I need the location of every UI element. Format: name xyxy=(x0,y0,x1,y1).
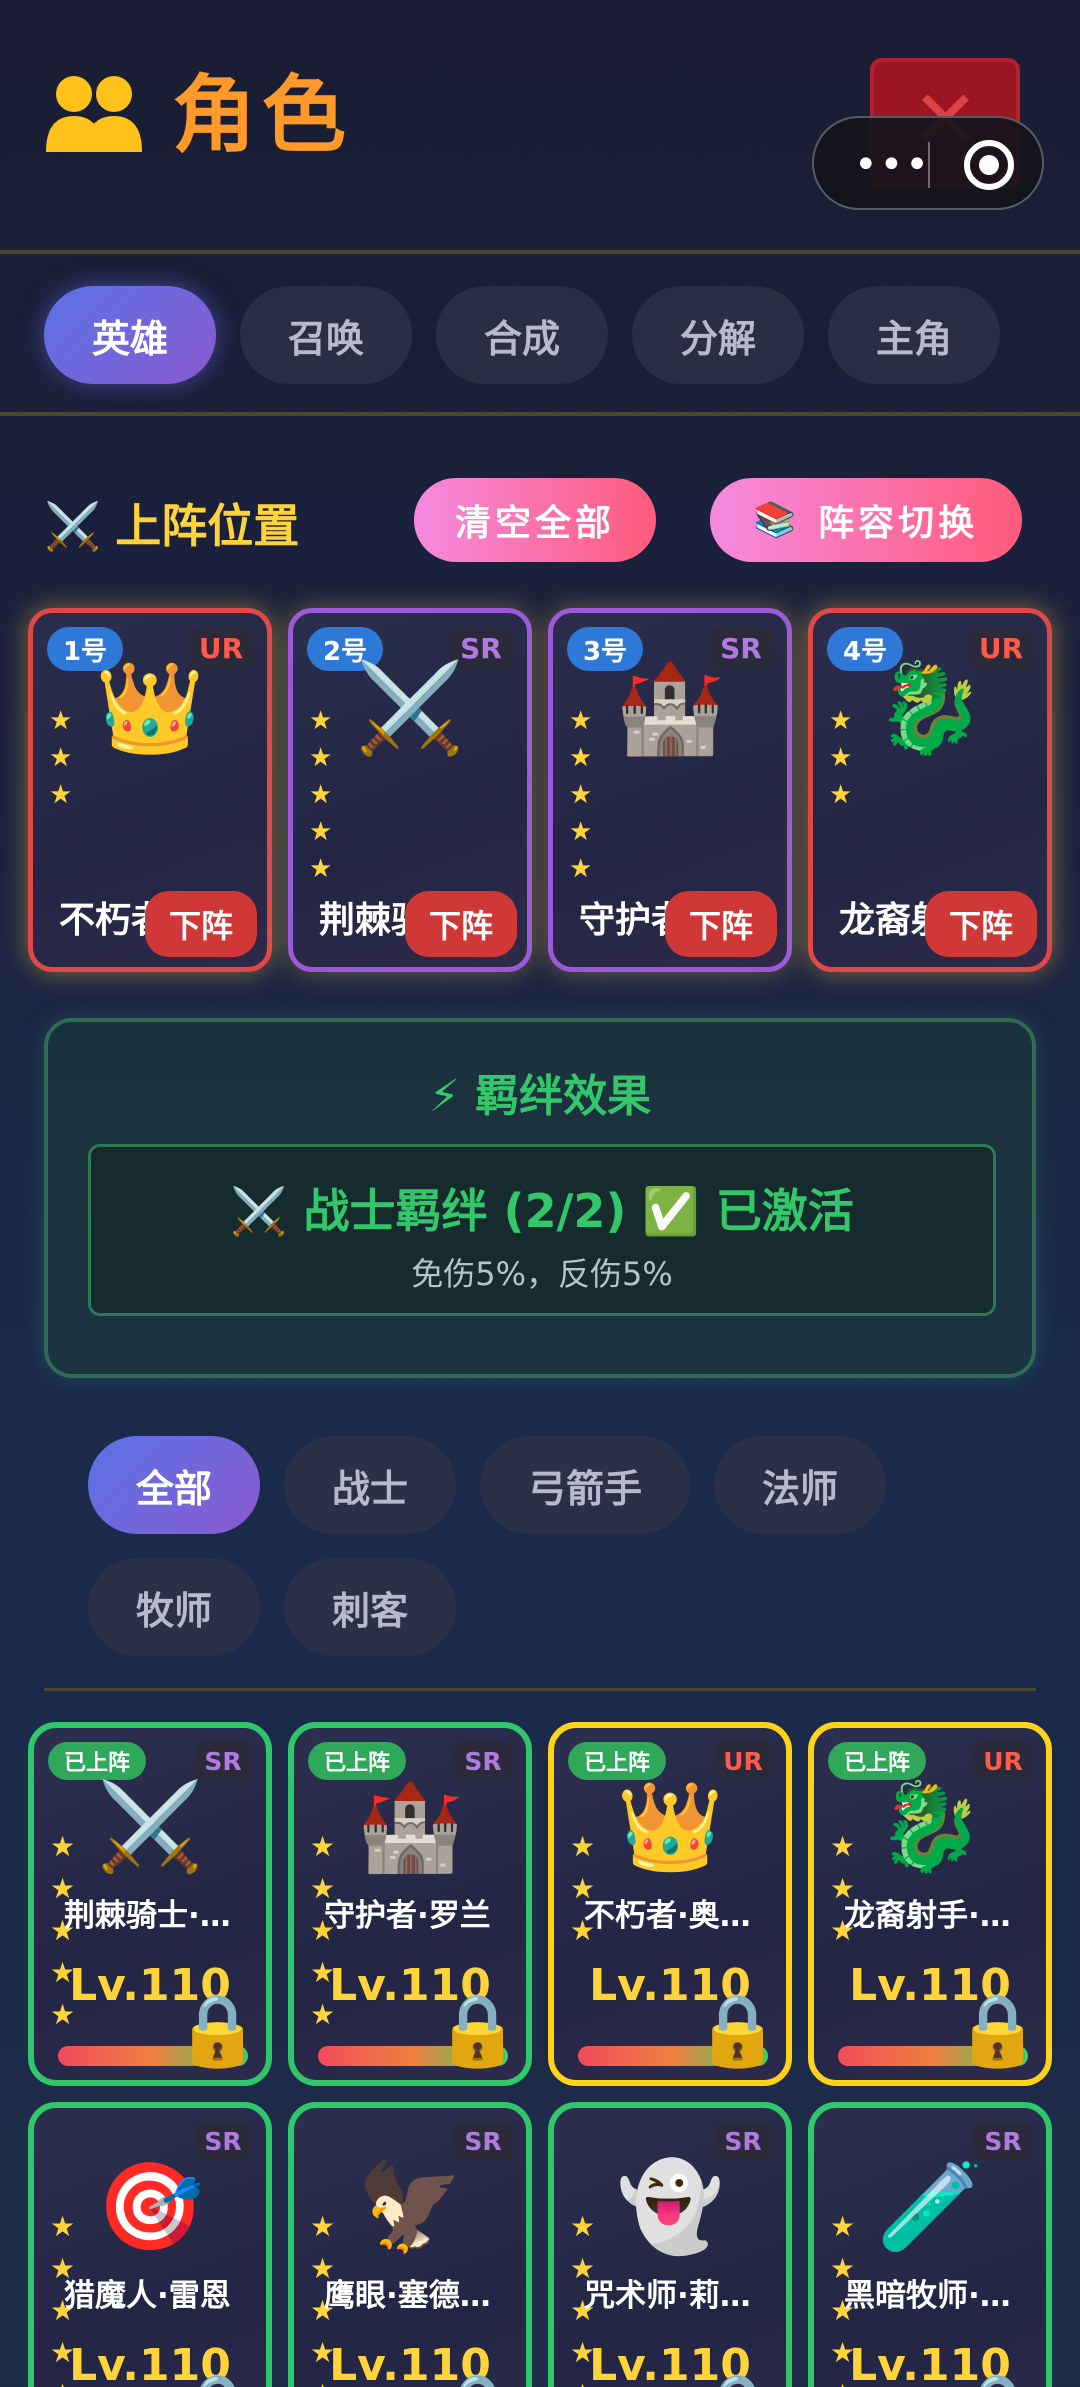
star-icon: ★ xyxy=(569,780,593,810)
header-divider xyxy=(0,250,1080,254)
hero-card[interactable]: SR🎯★★★★★猎魔人·雷恩Lv.110🔒 xyxy=(28,2102,272,2387)
star-icon: ★ xyxy=(310,1830,336,1863)
swords-icon: ⚔️ xyxy=(44,499,102,553)
star-icon: ★ xyxy=(830,1830,856,1863)
lineup-slot-2[interactable]: 2号 SR ⚔️ ★ ★ ★ ★ ★ 荆棘骑士 下阵 xyxy=(288,608,532,972)
star-icon: ★ xyxy=(50,1830,76,1863)
star-rating: ★ ★ ★ xyxy=(49,703,72,814)
star-icon: ★ xyxy=(50,2210,76,2243)
hero-name: 不朽者·奥… xyxy=(584,1898,751,1934)
tab-4[interactable]: 主角 xyxy=(828,286,1000,384)
class-filters: 全部 战士 弓箭手 法师牧师 刺客 xyxy=(88,1436,988,1656)
target-icon[interactable] xyxy=(964,140,1014,190)
more-menu-icon[interactable]: ••• xyxy=(854,142,931,188)
star-icon: ★ xyxy=(569,706,593,736)
hero-name: 龙裔射手·… xyxy=(844,1898,1011,1934)
star-icon: ★ xyxy=(309,780,333,810)
remove-from-lineup-button[interactable]: 下阵 xyxy=(145,891,257,957)
star-icon: ★ xyxy=(570,1830,596,1863)
filter-1[interactable]: 战士 xyxy=(284,1436,457,1534)
lock-icon[interactable]: 🔒 xyxy=(694,1990,781,2070)
tab-2[interactable]: 合成 xyxy=(436,286,608,384)
bond-description: 免伤5%，反伤5% xyxy=(411,1255,673,1293)
filter-3[interactable]: 法师 xyxy=(714,1436,887,1534)
page-title: 角色 xyxy=(172,66,353,164)
star-icon: ★ xyxy=(829,743,853,773)
filter-divider xyxy=(44,1688,1036,1691)
main-tabs: 英雄 召唤 合成 分解 主角 xyxy=(44,286,1000,384)
bond-effect-box: ⚔️ 战士羁绊 (2/2) ✅ 已激活 免伤5%，反伤5% xyxy=(88,1144,996,1316)
lineup-slot-3[interactable]: 3号 SR 🏰 ★ ★ ★ ★ ★ 守护者 下阵 xyxy=(548,608,792,972)
lock-icon[interactable]: 🔒 xyxy=(434,1990,521,2070)
star-icon: ★ xyxy=(49,780,73,810)
remove-from-lineup-button[interactable]: 下阵 xyxy=(405,891,517,957)
star-icon: ★ xyxy=(49,706,73,736)
star-icon: ★ xyxy=(309,706,333,736)
people-icon xyxy=(46,76,142,152)
star-rating: ★ ★ ★ ★ ★ xyxy=(569,703,592,888)
star-icon: ★ xyxy=(310,2210,336,2243)
star-rating: ★ ★ ★ ★ ★ xyxy=(309,703,332,888)
lineup-title: ⚔️ 上阵位置 xyxy=(44,490,299,556)
hero-name: 鹰眼·塞德… xyxy=(324,2278,491,2314)
star-icon: ★ xyxy=(569,743,593,773)
hero-card[interactable]: SR🧪★★★★★黑暗牧师·…Lv.110🔒 xyxy=(808,2102,1052,2387)
lock-icon[interactable]: 🔒 xyxy=(954,1990,1041,2070)
lineup-slot-1[interactable]: 1号 UR 👑 ★ ★ ★ 不朽者 下阵 xyxy=(28,608,272,972)
lock-icon[interactable]: 🔒 xyxy=(434,2370,521,2387)
filter-0[interactable]: 全部 xyxy=(88,1436,261,1534)
tab-1[interactable]: 召唤 xyxy=(240,286,412,384)
header: 角色 ✕ ••• xyxy=(0,0,1080,250)
hero-card[interactable]: 已上阵 UR 👑 ★ ★ ★ 不朽者·奥… Lv.110 🔒 xyxy=(548,1722,792,2086)
hero-card[interactable]: 已上阵 SR 🏰 ★ ★ ★ ★ ★ 守护者·罗兰 Lv.110 🔒 xyxy=(288,1722,532,2086)
filter-4[interactable]: 牧师 xyxy=(88,1558,261,1656)
lineup-title-text: 上阵位置 xyxy=(115,499,300,553)
remove-from-lineup-button[interactable]: 下阵 xyxy=(925,891,1037,957)
star-icon: ★ xyxy=(830,2210,856,2243)
star-icon: ★ xyxy=(309,854,333,884)
lineup-switch-label: 阵容切换 xyxy=(818,503,979,544)
tab-0[interactable]: 英雄 xyxy=(44,286,216,384)
lineup-switch-button[interactable]: 📚 阵容切换 xyxy=(710,478,1022,562)
star-icon: ★ xyxy=(309,817,333,847)
hero-card[interactable]: 已上阵 SR ⚔️ ★ ★ ★ ★ ★ 荆棘骑士·… Lv.110 🔒 xyxy=(28,1722,272,2086)
lineup-slot-4[interactable]: 4号 UR 🐉 ★ ★ ★ 龙裔射手 下阵 xyxy=(808,608,1052,972)
star-icon: ★ xyxy=(829,706,853,736)
hero-name: 荆棘骑士·… xyxy=(64,1898,231,1934)
bond-status: ⚔️ 战士羁绊 (2/2) ✅ 已激活 xyxy=(230,1184,854,1238)
clear-all-button[interactable]: 清空全部 xyxy=(414,478,656,562)
star-icon: ★ xyxy=(309,743,333,773)
filter-2[interactable]: 弓箭手 xyxy=(480,1436,691,1534)
star-icon: ★ xyxy=(49,743,73,773)
lock-icon[interactable]: 🔒 xyxy=(174,1990,261,2070)
star-icon: ★ xyxy=(569,854,593,884)
hero-name: 猎魔人·雷恩 xyxy=(64,2278,231,2314)
star-rating: ★ ★ ★ xyxy=(829,703,852,814)
mini-program-capsule: ••• xyxy=(812,116,1044,210)
hero-card[interactable]: 已上阵 UR 🐉 ★ ★ ★ 龙裔射手·… Lv.110 🔒 xyxy=(808,1722,1052,2086)
lock-icon[interactable]: 🔒 xyxy=(694,2370,781,2387)
filter-5[interactable]: 刺客 xyxy=(284,1558,457,1656)
hero-card[interactable]: SR👻★★★★★咒术师·莉…Lv.110🔒 xyxy=(548,2102,792,2387)
remove-from-lineup-button[interactable]: 下阵 xyxy=(665,891,777,957)
lock-icon[interactable]: 🔒 xyxy=(174,2370,261,2387)
bond-title: ⚡ 羁绊效果 xyxy=(428,1071,652,1122)
hero-name: 守护者·罗兰 xyxy=(324,1898,491,1934)
star-icon: ★ xyxy=(570,2210,596,2243)
tabs-divider xyxy=(0,412,1080,416)
tab-3[interactable]: 分解 xyxy=(632,286,804,384)
lock-icon[interactable]: 🔒 xyxy=(954,2370,1041,2387)
bond-panel: ⚡ 羁绊效果 ⚔️ 战士羁绊 (2/2) ✅ 已激活 免伤5%，反伤5% xyxy=(44,1018,1036,1378)
hero-card[interactable]: SR🦅★★★★★鹰眼·塞德…Lv.110🔒 xyxy=(288,2102,532,2387)
capsule-divider xyxy=(928,142,930,188)
star-icon: ★ xyxy=(829,780,853,810)
hero-name: 黑暗牧师·… xyxy=(844,2278,1011,2314)
books-icon: 📚 xyxy=(753,500,801,540)
hero-name: 咒术师·莉… xyxy=(584,2278,751,2314)
star-icon: ★ xyxy=(569,817,593,847)
